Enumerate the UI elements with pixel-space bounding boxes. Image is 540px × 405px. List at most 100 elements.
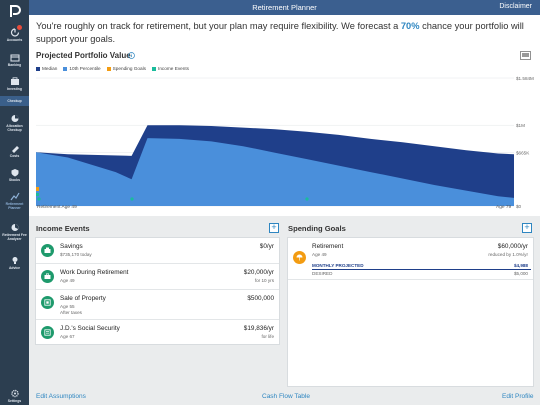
chart-legend: Median 10th Percentile Spending Goals In… <box>36 66 189 71</box>
spending-goal-detail: Age 49 <box>312 252 327 257</box>
sidebar-item-label: Advice <box>8 266 21 270</box>
income-event-work[interactable]: Work During Retirement Age 49 $20,000/yr… <box>36 264 279 290</box>
social-security-icon <box>44 329 51 336</box>
income-events-title: Income Events <box>36 224 90 233</box>
briefcase-icon <box>44 273 51 279</box>
income-event-name: J.D.'s Social Security <box>60 325 120 332</box>
sidebar-item-advice[interactable]: Advice <box>0 254 29 272</box>
legend-swatch <box>152 66 157 71</box>
income-event-name: Work During Retirement <box>60 269 129 276</box>
sidebar-item-investing[interactable]: Investing <box>0 75 29 95</box>
income-event-sale-of-property[interactable]: Sale of Property Age 55 After taxes $500… <box>36 290 279 320</box>
logo-icon[interactable] <box>8 4 22 18</box>
income-event-duration: for life <box>261 334 274 339</box>
edit-assumptions-link[interactable]: Edit Assumptions <box>36 393 86 400</box>
spending-goal-marker <box>36 187 39 191</box>
spending-goal-amount: $60,000/yr <box>497 243 528 250</box>
export-icon[interactable] <box>520 51 531 60</box>
beach-umbrella-icon <box>296 254 303 261</box>
add-income-event-button[interactable]: + <box>269 223 279 233</box>
legend-label: Spending Goals <box>112 66 147 71</box>
legend-item-median: Median <box>36 66 57 71</box>
income-event-marker <box>36 193 39 196</box>
advice-icon <box>12 257 17 264</box>
social-security-icon-circle <box>41 326 54 339</box>
income-event-social-security[interactable]: J.D.'s Social Security Age 67 $19,836/yr… <box>36 320 279 346</box>
income-event-savings[interactable]: Savings $735,170 today $0/yr <box>36 238 279 264</box>
legend-item-income-events: Income Events <box>152 66 189 71</box>
sidebar-item-checkup[interactable]: Checkup <box>0 96 29 106</box>
income-event-name: Sale of Property <box>60 295 106 302</box>
allocation-icon <box>11 115 18 122</box>
sidebar-item-settings[interactable]: Settings <box>0 388 29 404</box>
sidebar-item-fee-analyzer[interactable]: Retirement Fee Analyzer <box>0 221 29 243</box>
top-bar: Retirement Planner Disclaimer <box>29 0 540 15</box>
income-event-amount: $500,000 <box>247 295 274 302</box>
y-tick-label: $665K <box>516 150 530 155</box>
savings-icon-circle <box>41 244 54 257</box>
savings-icon <box>44 247 51 253</box>
desired-label: DESIRED <box>312 271 333 276</box>
sidebar: Accounts Banking Investing Checkup Alloc… <box>0 0 29 405</box>
income-event-note: After taxes <box>60 310 82 315</box>
sidebar-item-costs[interactable]: Costs <box>0 142 29 160</box>
page-title: Retirement Planner <box>252 3 317 12</box>
forecast-summary: You're roughly on track for retirement, … <box>36 20 534 45</box>
investing-icon <box>10 77 19 85</box>
retirement-goal-icon-circle <box>293 251 306 264</box>
legend-label: 10th Percentile <box>69 66 101 71</box>
sidebar-item-label: Retirement Planner <box>5 202 24 210</box>
legend-swatch <box>63 66 68 71</box>
spending-goal-adjustment: reduced by 1.0%/yr <box>488 252 528 257</box>
work-icon-circle <box>41 270 54 283</box>
cash-flow-table-link[interactable]: Cash Flow Table <box>262 393 310 400</box>
income-event-amount: $20,000/yr <box>243 269 274 276</box>
disclaimer-link[interactable]: Disclaimer <box>499 3 532 10</box>
projected-bar <box>312 269 531 270</box>
stocks-icon <box>11 169 18 177</box>
sidebar-item-label: Costs <box>9 154 20 158</box>
spending-goals-panel: Retirement Age 49 $60,000/yr reduced by … <box>287 237 534 387</box>
sidebar-item-label: Checkup <box>7 99 22 103</box>
legend-item-spending-goals: Spending Goals <box>106 66 147 71</box>
income-event-detail: Age 55 <box>60 304 75 309</box>
info-icon[interactable] <box>128 52 135 59</box>
y-tick-label: $1M <box>516 123 525 128</box>
y-tick-label: $0 <box>516 204 522 209</box>
costs-icon <box>11 146 19 153</box>
legend-item-10th-percentile: 10th Percentile <box>63 66 101 71</box>
sidebar-item-label: Accounts <box>6 38 23 42</box>
fee-analyzer-icon <box>11 224 18 231</box>
income-event-name: Savings <box>60 243 83 250</box>
spending-goal-retirement[interactable]: Retirement Age 49 $60,000/yr reduced by … <box>288 238 533 280</box>
portfolio-chart[interactable]: $1.584M $1M $665K $0 <box>36 74 534 214</box>
monthly-projected-value: $4,988 <box>513 263 528 268</box>
settings-icon <box>10 389 19 398</box>
desired-value: $5,000 <box>513 271 528 276</box>
property-icon <box>44 299 51 306</box>
sidebar-item-retirement-planner[interactable]: Retirement Planner <box>0 190 29 212</box>
edit-profile-link[interactable]: Edit Profile <box>502 393 533 400</box>
property-icon-circle <box>41 296 54 309</box>
sidebar-item-accounts[interactable]: Accounts <box>0 25 29 46</box>
income-event-detail: Age 49 <box>60 278 75 283</box>
retirement-icon <box>10 192 20 201</box>
success-percentage: 70% <box>400 21 420 31</box>
sidebar-item-label: Settings <box>7 399 22 403</box>
spending-goal-name: Retirement <box>312 243 344 250</box>
sidebar-item-label: Investing <box>7 87 22 91</box>
income-event-detail: Age 67 <box>60 334 75 339</box>
legend-label: Income Events <box>158 66 190 71</box>
legend-label: Median <box>42 66 58 71</box>
notification-badge <box>17 25 22 30</box>
y-tick-label: $1.584M <box>516 76 534 81</box>
legend-swatch <box>106 66 111 71</box>
sidebar-item-banking[interactable]: Banking <box>0 51 29 71</box>
sidebar-item-stocks[interactable]: Stocks <box>0 166 29 184</box>
add-spending-goal-button[interactable]: + <box>522 223 532 233</box>
x-axis-end-label: Age 79 <box>496 205 512 210</box>
sidebar-item-label: Banking <box>7 63 22 67</box>
sidebar-item-allocation-checkup[interactable]: Allocation Checkup <box>0 112 29 134</box>
income-event-amount: $19,836/yr <box>243 325 274 332</box>
sidebar-item-label: Stocks <box>8 178 21 182</box>
